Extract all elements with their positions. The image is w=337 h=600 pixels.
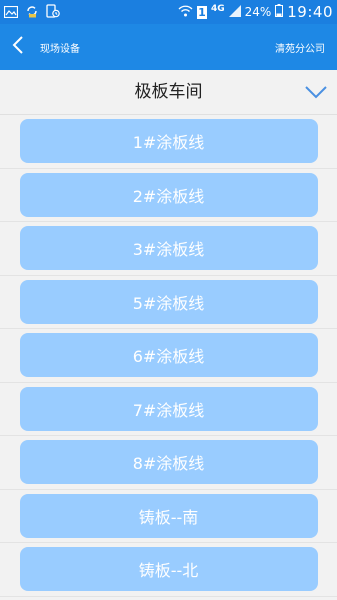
line-button[interactable]: 8#涂板线: [19, 440, 318, 485]
line-button[interactable]: 6#涂板线: [19, 333, 318, 378]
back-chevron-icon[interactable]: [12, 35, 24, 59]
list-item: 铸板--北: [0, 543, 337, 597]
list-item: 6#涂板线: [0, 329, 337, 383]
app-bar: 现场设备 清苑分公司: [0, 24, 337, 70]
battery-percent: 24%: [244, 5, 272, 19]
list-item: 8#涂板线: [0, 436, 337, 490]
line-button[interactable]: 5#涂板线: [19, 279, 318, 324]
status-notification-icons: [3, 3, 60, 22]
sim-slot-badge: 1: [196, 5, 207, 19]
wifi-icon: [178, 5, 193, 20]
list-item: 2#涂板线: [0, 169, 337, 222]
gallery-icon: [3, 3, 19, 22]
list-item: 7#涂板线: [0, 383, 337, 436]
line-button[interactable]: 3#涂板线: [19, 226, 318, 271]
phone-clock-icon: [46, 3, 60, 22]
line-button[interactable]: 铸板--南: [19, 493, 318, 538]
company-name[interactable]: 清苑分公司: [275, 40, 325, 55]
battery-icon: [275, 4, 284, 20]
clock-time: 19:40: [287, 3, 333, 21]
list-item: 5#涂板线: [0, 276, 337, 329]
line-button[interactable]: 2#涂板线: [19, 172, 318, 217]
line-button[interactable]: 1#涂板线: [19, 119, 318, 164]
sync-icon: [25, 3, 39, 22]
status-bar: 1 4G 24% 19:40: [0, 0, 337, 24]
list-item: 铸板--南: [0, 490, 337, 543]
line-button[interactable]: 铸板--北: [19, 547, 318, 592]
workshop-title[interactable]: 极板车间: [0, 70, 337, 114]
status-system-icons: 1 4G 24% 19:40: [178, 3, 333, 21]
list-item: 3#涂板线: [0, 222, 337, 276]
back-button[interactable]: [12, 32, 32, 62]
chevron-down-icon[interactable]: [305, 84, 327, 103]
line-list: 1#涂板线 2#涂板线 3#涂板线 5#涂板线 6#涂板线 7#涂板线 8#涂板线铸板--南…: [0, 115, 337, 597]
workshop-selector[interactable]: 极板车间: [0, 70, 337, 115]
list-item: 1#涂板线: [0, 115, 337, 169]
network-type-label: 4G: [210, 3, 225, 14]
line-button[interactable]: 7#涂板线: [19, 386, 318, 431]
signal-icon: [228, 4, 241, 20]
page-title: 现场设备: [40, 43, 80, 55]
